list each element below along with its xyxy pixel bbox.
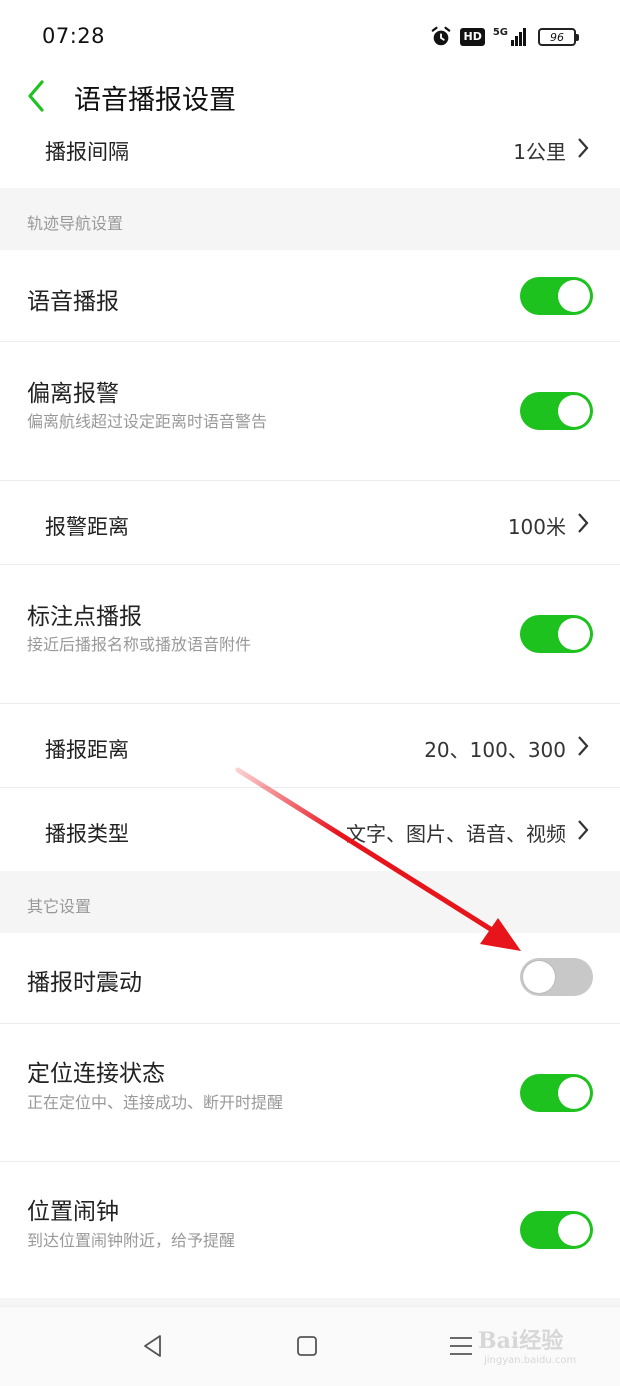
location-alarm-toggle[interactable] bbox=[520, 1211, 593, 1249]
marker-broadcast-label: 标注点播报 bbox=[27, 604, 142, 630]
voice-broadcast-toggle[interactable] bbox=[520, 277, 593, 315]
broadcast-interval-value: 1公里 bbox=[513, 140, 566, 164]
chevron-right-icon bbox=[578, 138, 589, 158]
system-navigation-bar: Bai经验 jingyan.baidu.com bbox=[0, 1306, 620, 1386]
section-header-other: 其它设置 bbox=[0, 871, 620, 933]
broadcast-interval-row[interactable]: 播报间隔 1公里 bbox=[0, 122, 620, 188]
chevron-right-icon bbox=[578, 513, 589, 533]
network-type: 5G bbox=[492, 27, 508, 38]
broadcast-type-value: 文字、图片、语音、视频 bbox=[346, 822, 566, 846]
section-title: 其它设置 bbox=[27, 897, 92, 916]
system-home-icon[interactable] bbox=[294, 1333, 320, 1359]
status-bar: 07:28 HD 5G 96 bbox=[0, 0, 620, 70]
status-icons: HD 5G 96 bbox=[430, 26, 579, 48]
deviation-alarm-row: 偏离报警 偏离航线超过设定距离时语音警告 bbox=[0, 342, 620, 480]
section-title: 轨迹导航设置 bbox=[27, 214, 124, 233]
alarm-clock-icon bbox=[432, 26, 451, 46]
voice-broadcast-label: 语音播报 bbox=[27, 289, 119, 315]
list-bottom-gap bbox=[0, 1298, 620, 1306]
alarm-distance-row[interactable]: 报警距离 100米 bbox=[0, 481, 620, 564]
chevron-right-icon bbox=[578, 820, 589, 840]
alarm-distance-label: 报警距离 bbox=[45, 515, 129, 539]
marker-broadcast-toggle[interactable] bbox=[520, 615, 593, 653]
system-back-icon[interactable] bbox=[140, 1333, 166, 1359]
location-status-row: 定位连接状态 正在定位中、连接成功、断开时提醒 bbox=[0, 1024, 620, 1161]
location-status-toggle[interactable] bbox=[520, 1074, 593, 1112]
section-header-track-nav: 轨迹导航设置 bbox=[0, 188, 620, 250]
hd-badge: HD bbox=[460, 28, 485, 46]
battery-level: 96 bbox=[550, 30, 564, 44]
deviation-alarm-label: 偏离报警 bbox=[27, 381, 119, 407]
alarm-distance-value: 100米 bbox=[507, 515, 566, 539]
broadcast-type-label: 播报类型 bbox=[45, 822, 129, 846]
baidu-jingyan-watermark: Bai经验 jingyan.baidu.com bbox=[474, 1323, 594, 1375]
location-status-description: 正在定位中、连接成功、断开时提醒 bbox=[27, 1093, 284, 1112]
location-alarm-label: 位置闹钟 bbox=[27, 1199, 119, 1225]
voice-broadcast-row: 语音播报 bbox=[0, 250, 620, 342]
vibrate-label: 播报时震动 bbox=[27, 970, 142, 996]
location-alarm-description: 到达位置闹钟附近，给予提醒 bbox=[27, 1231, 236, 1250]
page-title: 语音播报设置 bbox=[74, 85, 236, 116]
broadcast-type-row[interactable]: 播报类型 文字、图片、语音、视频 bbox=[0, 788, 620, 871]
broadcast-interval-label: 播报间隔 bbox=[45, 140, 129, 164]
nav-header: 语音播报设置 bbox=[0, 70, 620, 122]
vibrate-toggle[interactable] bbox=[520, 958, 593, 996]
system-recents-icon[interactable] bbox=[448, 1333, 474, 1359]
deviation-alarm-description: 偏离航线超过设定距离时语音警告 bbox=[27, 412, 268, 431]
broadcast-distance-row[interactable]: 播报距离 20、100、300 bbox=[0, 704, 620, 787]
watermark-url: jingyan.baidu.com bbox=[484, 1355, 577, 1366]
back-arrow-icon[interactable] bbox=[22, 74, 54, 118]
deviation-alarm-toggle[interactable] bbox=[520, 392, 593, 430]
battery-icon: 96 bbox=[538, 28, 579, 46]
location-status-label: 定位连接状态 bbox=[27, 1061, 165, 1087]
location-alarm-row: 位置闹钟 到达位置闹钟附近，给予提醒 bbox=[0, 1162, 620, 1298]
broadcast-distance-value: 20、100、300 bbox=[424, 738, 566, 762]
status-time: 07:28 bbox=[42, 24, 106, 48]
signal-strength-icon: 5G bbox=[493, 28, 526, 46]
watermark-text: Bai经验 bbox=[478, 1328, 564, 1354]
marker-broadcast-description: 接近后播报名称或播放语音附件 bbox=[27, 635, 252, 654]
chevron-right-icon bbox=[578, 736, 589, 756]
vibrate-row: 播报时震动 bbox=[0, 933, 620, 1023]
marker-broadcast-row: 标注点播报 接近后播报名称或播放语音附件 bbox=[0, 565, 620, 703]
broadcast-distance-label: 播报距离 bbox=[45, 738, 129, 762]
